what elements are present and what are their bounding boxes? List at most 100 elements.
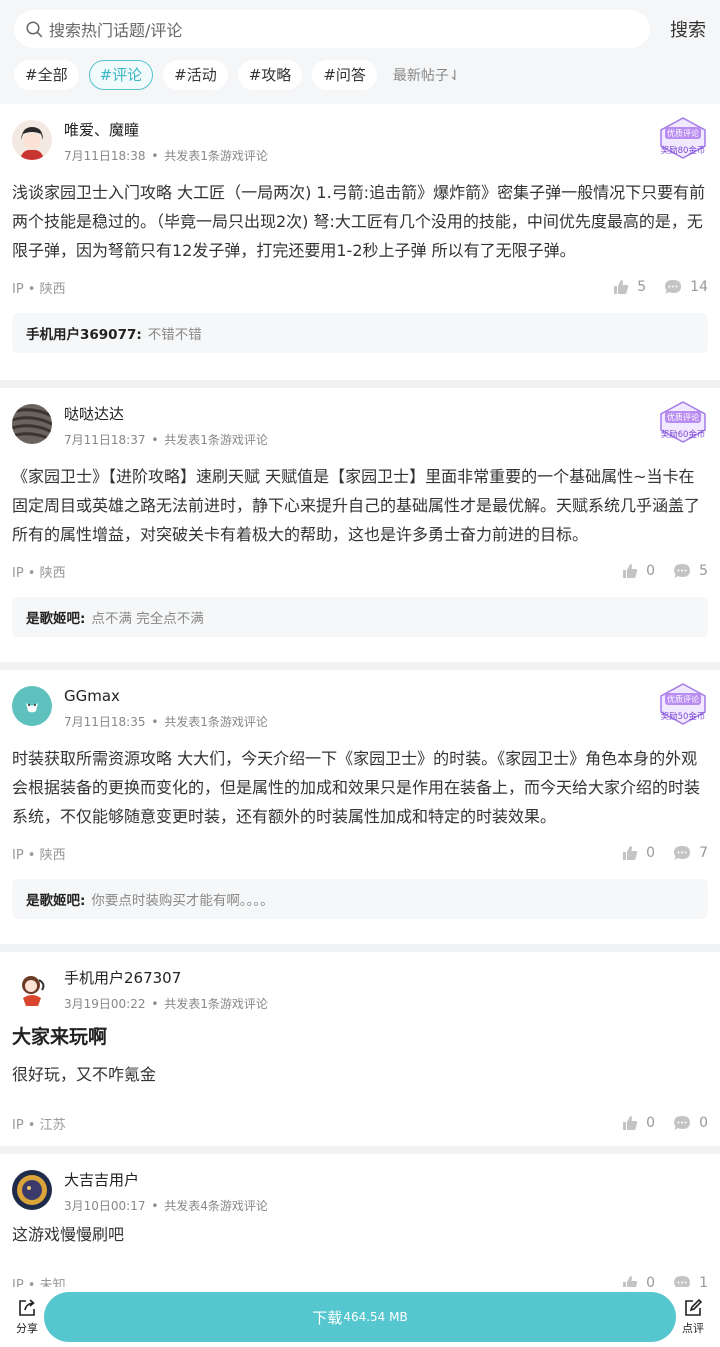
search-input[interactable]: 搜索热门话题/评论 [14, 10, 650, 48]
review-count: 共发表1条游戏评论 [164, 715, 268, 729]
comment-icon [674, 564, 691, 578]
badge-reward: 奖励50金币 [661, 711, 706, 722]
stats-row: IP • 陕西 0 5 [12, 549, 708, 593]
post-card[interactable]: 手机用户267307 3月19日00:22 • 共发表1条游戏评论 大家来玩啊 … [0, 952, 720, 1146]
ip-location: IP • 陕西 [12, 281, 66, 297]
post-meta: 7月11日18:38 • 共发表1条游戏评论 [64, 149, 268, 163]
like-count: 0 [646, 845, 656, 861]
post-meta: 3月19日00:22 • 共发表1条游戏评论 [64, 997, 268, 1011]
search-placeholder: 搜索热门话题/评论 [49, 21, 183, 40]
stats-row: IP • 陕西 0 7 [12, 831, 708, 875]
author-name[interactable]: GGmax [64, 686, 268, 706]
divider [0, 662, 720, 670]
comment-button[interactable]: 5 [673, 563, 708, 579]
comment-button[interactable]: 7 [673, 845, 708, 861]
author-name[interactable]: 大吉吉用户 [64, 1170, 268, 1190]
post-card[interactable]: GGmax 7月11日18:35 • 共发表1条游戏评论 优质评论 奖励50金币… [0, 670, 720, 944]
tag-guide[interactable]: #攻略 [237, 59, 303, 90]
tag-activity[interactable]: #活动 [163, 59, 228, 90]
comment-icon [674, 846, 691, 860]
comment-button[interactable]: 14 [664, 279, 708, 295]
post-body[interactable]: 很好玩，又不咋氪金 [12, 1060, 708, 1089]
author-row: 大吉吉用户 3月10日00:17 • 共发表4条游戏评论 [12, 1154, 708, 1220]
avatar[interactable] [12, 968, 52, 1008]
review-count: 共发表4条游戏评论 [164, 1199, 268, 1213]
tag-qa[interactable]: #问答 [312, 59, 377, 90]
quality-review-badge-icon: 优质评论 奖励80金币 [660, 117, 706, 159]
thumbs-up-icon [614, 280, 629, 294]
like-button[interactable]: 0 [622, 1115, 655, 1131]
bottom-action-bar: 分享 下载 464.54 MB 点评 [0, 1287, 720, 1347]
download-size: 464.54 MB [343, 1310, 408, 1324]
divider [0, 944, 720, 952]
post-meta: 3月10日00:17 • 共发表4条游戏评论 [64, 1199, 268, 1213]
author-row: 唯爱、魔瞳 7月11日18:38 • 共发表1条游戏评论 优质评论 奖励80金币 [12, 104, 708, 170]
avatar[interactable] [12, 120, 52, 160]
divider [0, 380, 720, 388]
avatar[interactable] [12, 686, 52, 726]
comment-count: 5 [699, 563, 708, 579]
top-reply[interactable]: 是歌姬吧: 点不满 完全点不满 [12, 597, 708, 637]
like-button[interactable]: 0 [622, 563, 655, 579]
like-count: 0 [646, 563, 656, 579]
comment-count: 0 [699, 1115, 708, 1131]
reply-user: 是歌姬吧: [26, 611, 86, 627]
author-row: 手机用户267307 3月19日00:22 • 共发表1条游戏评论 [12, 952, 708, 1018]
avatar[interactable] [12, 1170, 52, 1210]
post-card[interactable]: 唯爱、魔瞳 7月11日18:38 • 共发表1条游戏评论 优质评论 奖励80金币… [0, 104, 720, 380]
post-time: 7月11日18:37 [64, 433, 146, 447]
badge-title: 优质评论 [667, 128, 699, 138]
post-card[interactable]: 哒哒达达 7月11日18:37 • 共发表1条游戏评论 优质评论 奖励60金币 … [0, 388, 720, 662]
review-button[interactable]: 点评 [666, 1298, 720, 1336]
search-button[interactable]: 搜索 [654, 16, 706, 42]
post-body[interactable]: 浅谈家园卫士入门攻略 大工匠（一局两次) 1.弓箭:追击箭》爆炸箭》密集子弹一般… [12, 178, 708, 265]
thumbs-up-icon [623, 564, 638, 578]
sort-latest-posts[interactable]: 最新帖子⇃ [393, 65, 461, 85]
search-row: 搜索热门话题/评论 搜索 [14, 10, 706, 48]
share-icon [19, 1299, 35, 1316]
post-meta: 7月11日18:37 • 共发表1条游戏评论 [64, 433, 268, 447]
comment-button[interactable]: 0 [673, 1115, 708, 1131]
author-name[interactable]: 手机用户267307 [64, 968, 268, 988]
tag-all[interactable]: #全部 [14, 59, 79, 90]
share-label: 分享 [16, 1322, 38, 1335]
post-body[interactable]: 《家园卫士》【进阶攻略】速刷天赋 天赋值是【家园卫士】里面非常重要的一个基础属性… [12, 462, 708, 549]
review-count: 共发表1条游戏评论 [164, 433, 268, 447]
like-button[interactable]: 0 [622, 845, 655, 861]
divider [0, 1146, 720, 1154]
thumbs-up-icon [623, 846, 638, 860]
thumbs-up-icon [623, 1116, 638, 1130]
comment-icon [674, 1116, 691, 1130]
comment-count: 14 [690, 279, 708, 295]
post-time: 3月19日00:22 [64, 997, 146, 1011]
author-row: GGmax 7月11日18:35 • 共发表1条游戏评论 优质评论 奖励50金币 [12, 670, 708, 736]
tag-review[interactable]: #评论 [88, 59, 154, 90]
post-body[interactable]: 这游戏慢慢刷吧 [12, 1220, 708, 1249]
post-title[interactable]: 大家来玩啊 [12, 1024, 708, 1050]
reply-text: 点不满 完全点不满 [91, 611, 204, 627]
quality-review-badge-icon: 优质评论 奖励60金币 [660, 401, 706, 443]
download-button[interactable]: 下载 464.54 MB [44, 1292, 676, 1342]
review-count: 共发表1条游戏评论 [164, 997, 268, 1011]
post-time: 7月11日18:38 [64, 149, 146, 163]
like-count: 0 [646, 1115, 656, 1131]
comment-count: 7 [699, 845, 708, 861]
author-row: 哒哒达达 7月11日18:37 • 共发表1条游戏评论 优质评论 奖励60金币 [12, 388, 708, 454]
author-name[interactable]: 唯爱、魔瞳 [64, 120, 268, 140]
download-label: 下载 [312, 1308, 343, 1327]
post-time: 7月11日18:35 [64, 715, 146, 729]
edit-icon [685, 1298, 703, 1316]
avatar[interactable] [12, 404, 52, 444]
top-reply[interactable]: 是歌姬吧: 你要点时装购买才能有啊。。。。 [12, 879, 708, 919]
quality-review-badge-icon: 优质评论 奖励50金币 [660, 683, 706, 725]
search-icon [26, 20, 43, 37]
ip-location: IP • 江苏 [12, 1117, 66, 1133]
like-button[interactable]: 5 [613, 279, 646, 295]
post-body[interactable]: 时装获取所需资源攻略 大大们，今天介绍一下《家园卫士》的时装。《家园卫士》角色本… [12, 744, 708, 831]
badge-title: 优质评论 [667, 412, 699, 422]
badge-reward: 奖励80金币 [661, 145, 706, 156]
top-reply[interactable]: 手机用户369077: 不错不错 [12, 313, 708, 353]
post-time: 3月10日00:17 [64, 1199, 146, 1213]
stats-row: IP • 江苏 0 0 [12, 1101, 708, 1145]
author-name[interactable]: 哒哒达达 [64, 404, 268, 424]
